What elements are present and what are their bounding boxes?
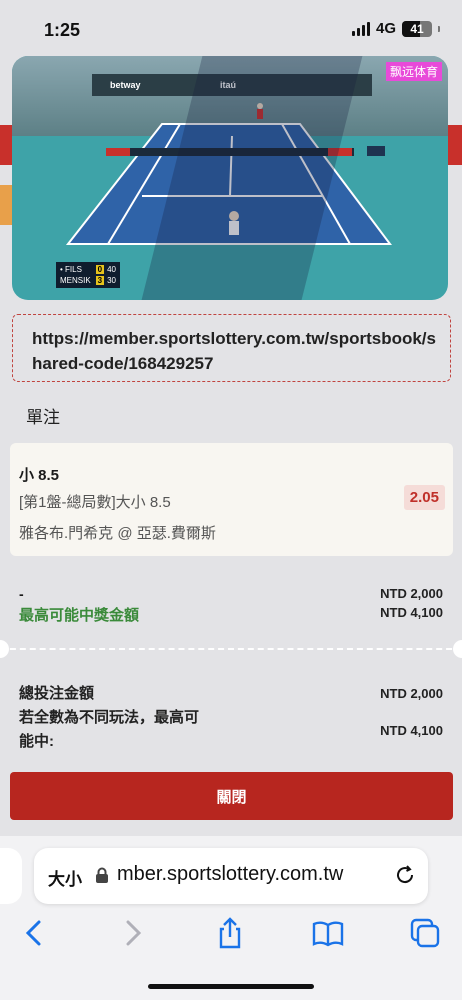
max-possible-label-line1: 若全數為不同玩法，最高可: [19, 709, 200, 726]
shared-code-url[interactable]: https://member.sportslottery.com.tw/spor…: [12, 314, 451, 382]
status-indicators: 4G 41: [351, 20, 440, 37]
bet-section-title: 單注: [26, 408, 60, 427]
reader-size-button[interactable]: 大小: [48, 865, 82, 890]
address-bar[interactable]: 大小 mber.sportslottery.com.tw: [34, 848, 428, 904]
lock-icon: [96, 867, 108, 883]
bookmarks-icon[interactable]: [311, 916, 345, 950]
battery-icon: 41: [402, 20, 432, 37]
stake-amount: NTD 2,000: [380, 586, 443, 601]
watermark: 飘远体育: [385, 62, 442, 81]
bet-selection: 小 8.5: [19, 467, 60, 484]
ticket-notch-right: [453, 640, 462, 658]
ticket-notch-left: [0, 640, 9, 658]
live-video-player[interactable]: betway itaú 飘远体育 • FILS 0 40 MENSIK 3 30: [12, 56, 448, 300]
player-name: • FILS: [60, 265, 82, 274]
point-score: 40: [107, 265, 116, 274]
reload-icon[interactable]: [394, 864, 416, 886]
total-stake-label: 總投注金額: [19, 685, 95, 702]
player-name: MENSIK: [60, 276, 91, 285]
bet-match: 雅各布.門希克 @ 亞瑟.費爾斯: [19, 525, 216, 542]
max-win-label: 最高可能中獎金額: [19, 607, 140, 624]
home-indicator: [148, 984, 314, 989]
scoreboard: • FILS 0 40 MENSIK 3 30: [56, 262, 120, 288]
point-score: 30: [107, 276, 116, 285]
score-row: • FILS 0 40: [60, 264, 116, 275]
close-button[interactable]: 關閉: [10, 772, 453, 820]
ticket-divider: [0, 648, 462, 650]
backdrop-tab-left: [0, 185, 12, 225]
address-text[interactable]: mber.sportslottery.com.tw: [117, 863, 343, 886]
bet-slip-card: 小 8.5 [第1盤-總局數]大小 8.5 雅各布.門希克 @ 亞瑟.費爾斯 2…: [10, 443, 453, 556]
set-score: 0: [95, 265, 105, 274]
tabs-icon[interactable]: [408, 916, 442, 950]
signal-icon: [351, 21, 370, 36]
battery-level: 41: [410, 21, 424, 36]
network-type: 4G: [375, 20, 396, 37]
status-time: 1:25: [44, 20, 81, 40]
odds-badge: 2.05: [403, 485, 445, 510]
max-win-amount: NTD 4,100: [380, 605, 443, 620]
previous-tab-peek[interactable]: [0, 848, 22, 904]
stake-label: -: [19, 586, 24, 602]
total-stake-amount: NTD 2,000: [380, 686, 443, 701]
share-icon[interactable]: [213, 916, 247, 950]
score-row: MENSIK 3 30: [60, 275, 116, 286]
back-icon[interactable]: [17, 916, 51, 950]
bet-market: [第1盤-總局數]大小 8.5: [19, 494, 171, 511]
status-bar: 1:25 4G 41: [0, 0, 462, 56]
max-possible-label-line2: 能中:: [19, 733, 54, 750]
max-possible-amount: NTD 4,100: [380, 723, 443, 738]
forward-icon[interactable]: [116, 916, 150, 950]
set-score: 3: [95, 276, 105, 285]
